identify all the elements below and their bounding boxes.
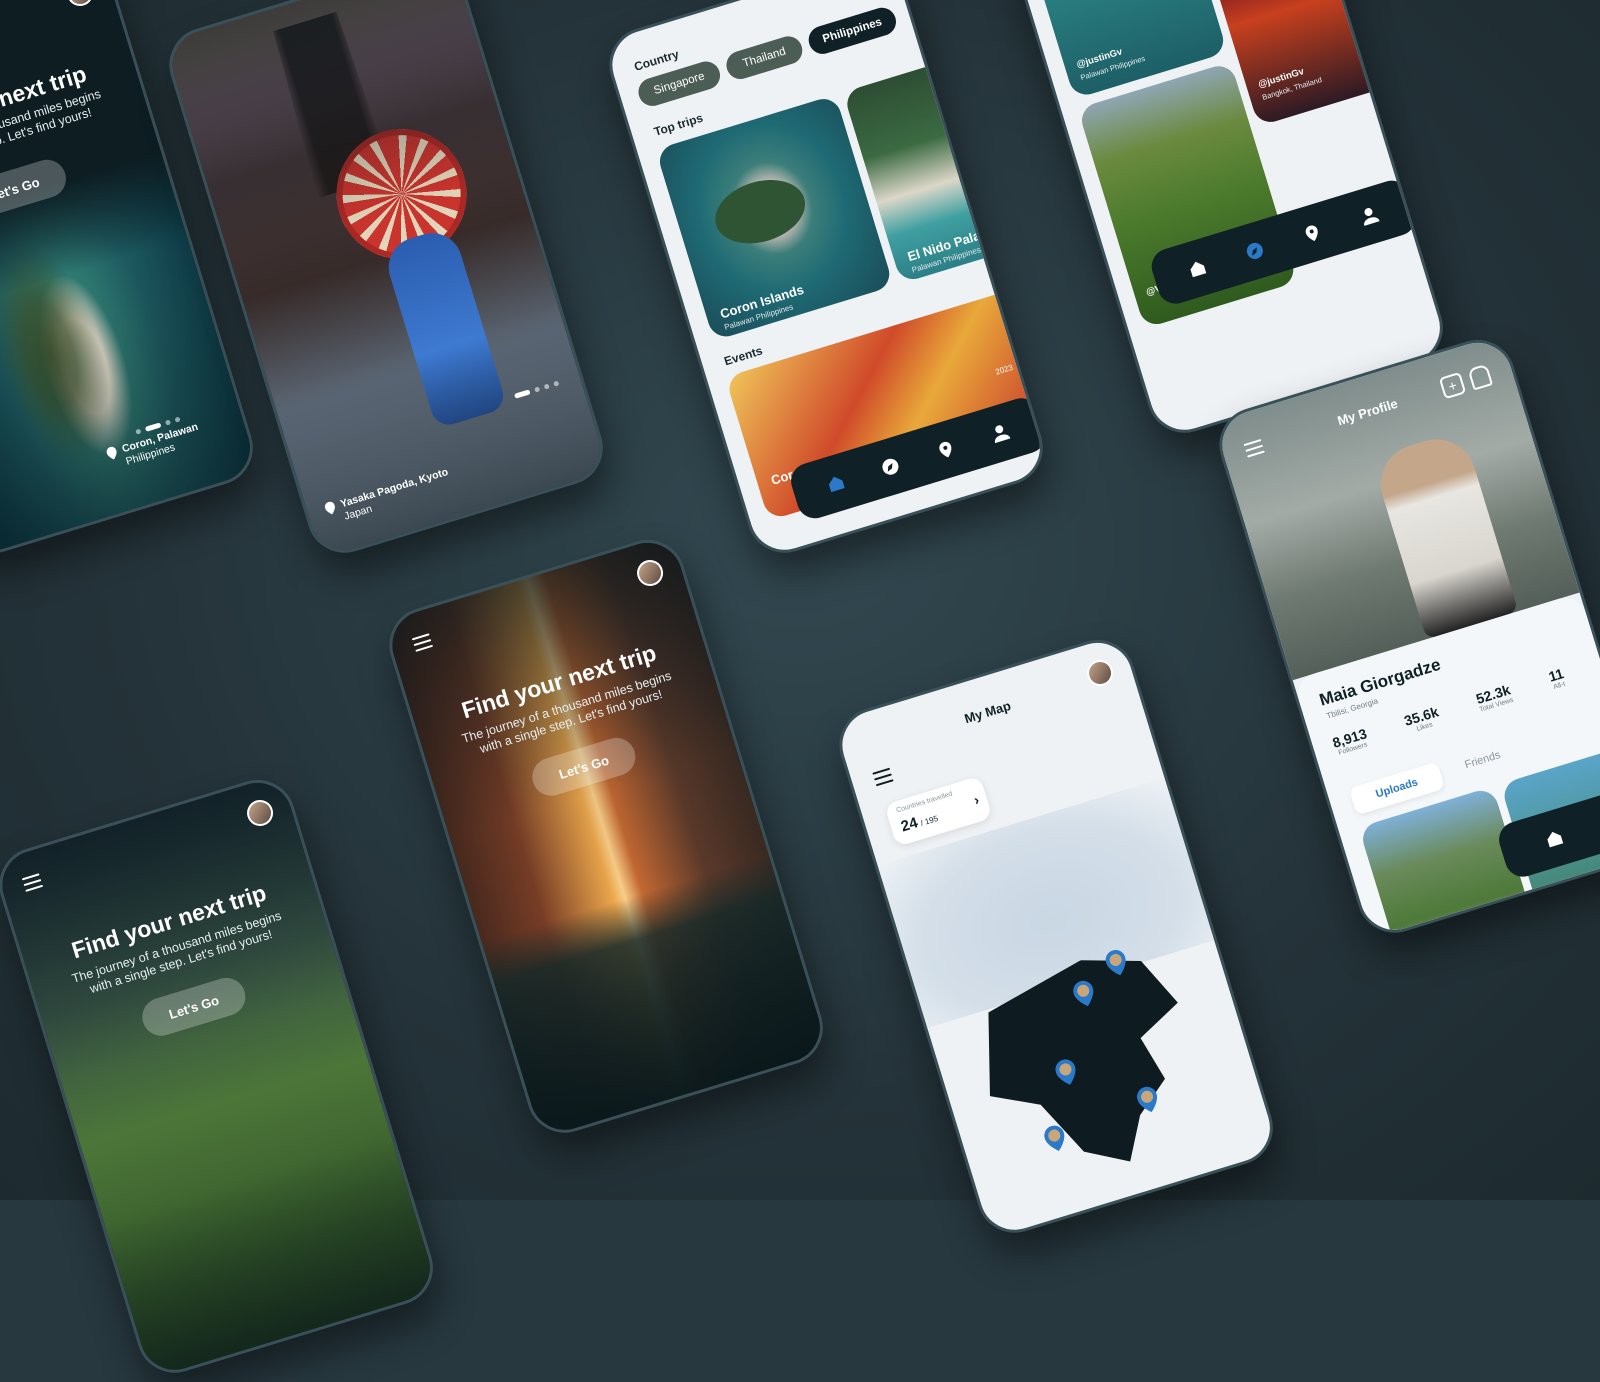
chip-philippines[interactable]: Philippines [805, 4, 900, 58]
stat-all-time: 11 All-t [1546, 665, 1567, 692]
profile-icon[interactable] [1357, 203, 1382, 228]
countries-count: 24 [899, 814, 920, 836]
home-icon[interactable] [823, 471, 848, 496]
home-icon[interactable] [1185, 256, 1210, 281]
countries-total: / 195 [919, 813, 940, 828]
compass-icon[interactable] [1242, 238, 1267, 263]
home-icon[interactable] [1542, 826, 1567, 851]
chip-thailand[interactable]: Thailand [722, 32, 806, 83]
tab-friends[interactable]: Friends [1463, 749, 1502, 771]
stat-followers: 8,913 Followers [1330, 725, 1369, 757]
stat-total-views: 52.3k Total Views [1474, 681, 1515, 714]
events-label: Events [722, 343, 765, 369]
island-shape [707, 169, 813, 254]
compass-icon[interactable] [878, 454, 903, 479]
chevron-right-icon[interactable]: › [972, 791, 981, 808]
top-trips-label: Top trips [652, 110, 705, 139]
map-pin-icon[interactable] [1300, 221, 1325, 246]
stat-likes: 35.6k Likes [1402, 703, 1441, 733]
menu-icon[interactable] [872, 767, 894, 787]
profile-icon[interactable] [988, 421, 1013, 446]
map-pin-icon[interactable] [933, 437, 958, 462]
event-date: 2023 [994, 362, 1014, 377]
